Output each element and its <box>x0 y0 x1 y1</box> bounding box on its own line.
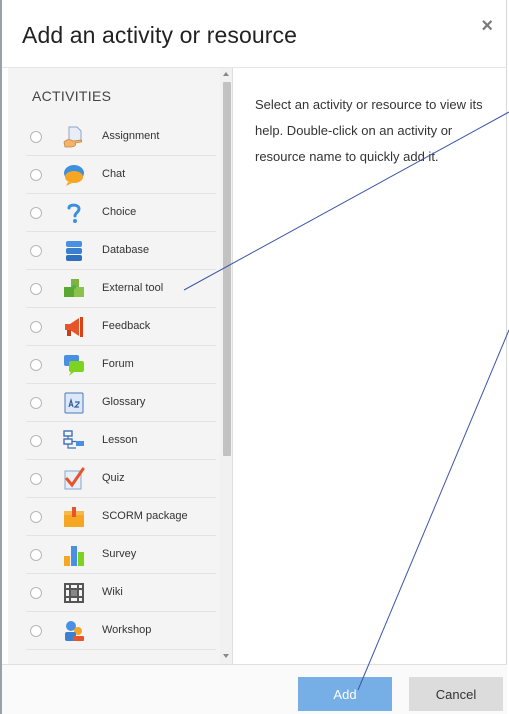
activity-option-wiki[interactable]: Wiki <box>26 574 216 612</box>
activity-label[interactable]: Lesson <box>102 434 137 446</box>
lesson-icon <box>63 430 84 449</box>
radio-button[interactable] <box>30 473 42 485</box>
add-activity-dialog: Add an activity or resource × ACTIVITIES… <box>2 0 507 714</box>
cancel-button[interactable]: Cancel <box>409 677 503 711</box>
radio-button[interactable] <box>30 131 42 143</box>
wiki-icon <box>64 583 84 603</box>
radio-button[interactable] <box>30 435 42 447</box>
activity-label[interactable]: Quiz <box>102 472 125 484</box>
radio-button[interactable] <box>30 397 42 409</box>
dialog-footer: Add Cancel <box>2 664 507 714</box>
add-button[interactable]: Add <box>298 677 392 711</box>
radio-button[interactable] <box>30 207 42 219</box>
scroll-down-arrow-icon[interactable] <box>223 654 229 658</box>
activity-label[interactable]: Survey <box>102 548 136 560</box>
activity-list-scrollbar[interactable] <box>220 68 232 664</box>
puzzle-icon <box>64 279 84 297</box>
dialog-header: Add an activity or resource × <box>2 0 507 68</box>
activity-label[interactable]: Database <box>102 244 149 256</box>
radio-button[interactable] <box>30 283 42 295</box>
radio-button[interactable] <box>30 169 42 181</box>
activity-option-workshop[interactable]: Workshop <box>26 612 216 650</box>
activity-option-choice[interactable]: Choice <box>26 194 216 232</box>
choice-icon <box>67 203 81 223</box>
activity-option-glossary[interactable]: Glossary <box>26 384 216 422</box>
activity-option-scorm-package[interactable]: SCORM package <box>26 498 216 536</box>
radio-button[interactable] <box>30 625 42 637</box>
help-text: Select an activity or resource to view i… <box>255 97 483 164</box>
radio-button[interactable] <box>30 245 42 257</box>
quiz-icon <box>64 467 85 490</box>
megaphone-icon <box>65 317 83 337</box>
activity-label[interactable]: Glossary <box>102 396 145 408</box>
activity-option-database[interactable]: Database <box>26 232 216 270</box>
activity-label[interactable]: Choice <box>102 206 136 218</box>
assignment-icon <box>63 126 83 148</box>
activity-label[interactable]: Chat <box>102 168 125 180</box>
forum-icon <box>64 355 84 376</box>
activity-label[interactable]: Workshop <box>102 624 151 636</box>
activity-label[interactable]: External tool <box>102 282 163 294</box>
activity-option-external-tool[interactable]: External tool <box>26 270 216 308</box>
dialog-body: ACTIVITIES Assignment Chat Choice Databa… <box>2 68 507 664</box>
workshop-icon <box>65 621 84 641</box>
activities-heading: ACTIVITIES <box>32 88 112 104</box>
activity-label[interactable]: Feedback <box>102 320 150 332</box>
activity-option-chat[interactable]: Chat <box>26 156 216 194</box>
radio-button[interactable] <box>30 549 42 561</box>
dialog-title: Add an activity or resource <box>22 22 297 48</box>
activity-label[interactable]: Assignment <box>102 130 159 142</box>
radio-button[interactable] <box>30 511 42 523</box>
glossary-icon <box>64 392 84 414</box>
chat-icon <box>64 165 84 186</box>
close-icon[interactable]: × <box>481 16 493 36</box>
activity-list: Assignment Chat Choice Database External… <box>8 118 218 650</box>
scroll-up-arrow-icon[interactable] <box>223 72 229 76</box>
radio-button[interactable] <box>30 359 42 371</box>
activity-option-lesson[interactable]: Lesson <box>26 422 216 460</box>
activity-label[interactable]: SCORM package <box>102 510 188 522</box>
radio-button[interactable] <box>30 587 42 599</box>
activity-label[interactable]: Wiki <box>102 586 123 598</box>
database-icon <box>66 241 82 261</box>
activity-label[interactable]: Forum <box>102 358 134 370</box>
package-icon <box>64 507 84 527</box>
activity-option-feedback[interactable]: Feedback <box>26 308 216 346</box>
activity-option-survey[interactable]: Survey <box>26 536 216 574</box>
activity-chooser-panel: ACTIVITIES Assignment Chat Choice Databa… <box>8 68 233 664</box>
activity-option-forum[interactable]: Forum <box>26 346 216 384</box>
activity-option-assignment[interactable]: Assignment <box>26 118 216 156</box>
radio-button[interactable] <box>30 321 42 333</box>
scrollbar-thumb[interactable] <box>223 82 231 456</box>
survey-icon <box>64 546 84 566</box>
activity-option-quiz[interactable]: Quiz <box>26 460 216 498</box>
